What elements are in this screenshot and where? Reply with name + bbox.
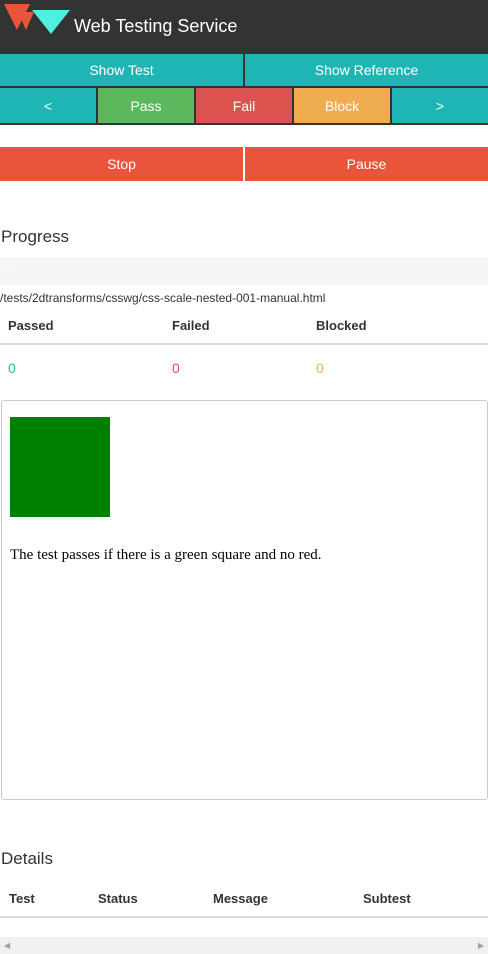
stats-table: Passed Failed Blocked 0 0 0: [0, 305, 488, 380]
scroll-left-icon[interactable]: ◀: [4, 941, 10, 950]
details-table: Test Status Message Subtest: [0, 869, 488, 918]
result-bar: < Pass Fail Block >: [0, 88, 488, 125]
app-title: Web Testing Service: [74, 15, 238, 36]
failed-count: 0: [172, 359, 180, 376]
previous-button[interactable]: <: [0, 88, 96, 125]
test-frame: The test passes if there is a green squa…: [1, 400, 488, 800]
view-toggle-bar: Show Test Show Reference: [0, 52, 488, 88]
failed-header: Failed: [164, 305, 308, 345]
details-heading: Details: [1, 849, 53, 868]
progress-heading: Progress: [1, 227, 70, 246]
block-button[interactable]: Block: [292, 88, 390, 125]
pass-button[interactable]: Pass: [96, 88, 194, 125]
green-square: [10, 417, 110, 517]
scroll-right-icon[interactable]: ▶: [478, 941, 484, 950]
progress-percent: 0%: [1, 263, 17, 275]
col-message: Message: [204, 869, 354, 918]
passed-header: Passed: [0, 305, 164, 345]
show-test-button[interactable]: Show Test: [0, 52, 243, 88]
col-test: Test: [0, 869, 89, 918]
fail-button[interactable]: Fail: [194, 88, 292, 125]
blocked-count: 0: [316, 359, 324, 376]
blocked-header: Blocked: [308, 305, 488, 345]
stop-button[interactable]: Stop: [0, 147, 243, 181]
col-subtest: Subtest: [354, 869, 488, 918]
test-description: The test passes if there is a green squa…: [10, 547, 322, 563]
test-path: /tests/2dtransforms/csswg/css-scale-nest…: [0, 291, 326, 305]
next-button[interactable]: >: [390, 88, 488, 125]
col-status: Status: [89, 869, 204, 918]
control-bar: Stop Pause: [0, 147, 488, 181]
app-header: Web Testing Service: [0, 0, 488, 52]
pause-button[interactable]: Pause: [243, 147, 488, 181]
logo-icon: [4, 4, 70, 48]
progress-bar: 0%: [0, 257, 488, 285]
horizontal-scrollbar[interactable]: ◀ ▶: [0, 937, 488, 954]
show-reference-button[interactable]: Show Reference: [243, 52, 488, 88]
passed-count: 0: [8, 359, 16, 376]
